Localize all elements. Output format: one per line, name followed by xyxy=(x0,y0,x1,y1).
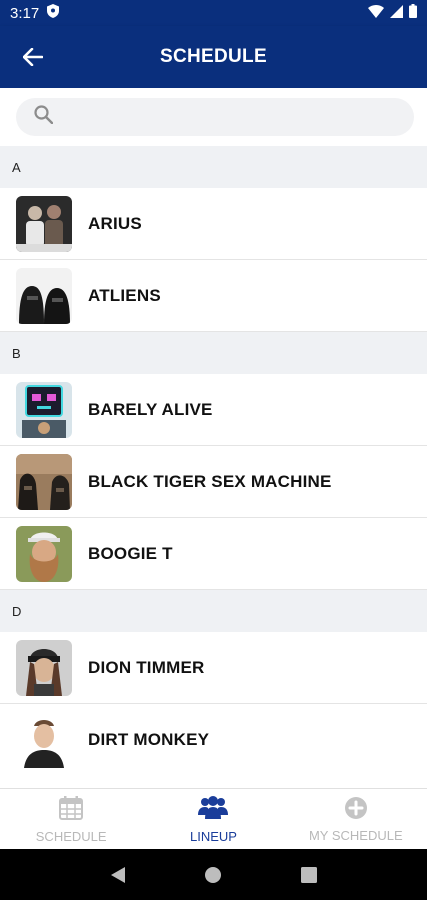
page-title: SCHEDULE xyxy=(160,46,267,67)
tab-lineup[interactable]: LINEUP xyxy=(142,789,284,849)
nav-back-icon[interactable] xyxy=(98,855,138,895)
artist-avatar xyxy=(16,525,72,582)
artist-row-dion-timmer[interactable]: DION TIMMER xyxy=(0,632,427,704)
section-header-d: D xyxy=(0,590,427,632)
artist-name: ARIUS xyxy=(88,213,142,233)
artist-name: DIRT MONKEY xyxy=(88,730,210,749)
status-time: 3:17 xyxy=(10,4,40,22)
artist-name: DION TIMMER xyxy=(88,657,205,677)
artist-name: ATLIENS xyxy=(88,285,161,305)
artist-name: BOOGIE T xyxy=(88,543,173,563)
tab-label: MY SCHEDULE xyxy=(308,827,403,843)
add-circle-icon xyxy=(344,796,368,825)
battery-icon xyxy=(409,4,417,22)
section-header-b: B xyxy=(0,332,427,374)
nav-home-icon[interactable] xyxy=(193,855,233,895)
nav-recents-icon[interactable] xyxy=(289,855,329,895)
app-header: SCHEDULE xyxy=(0,26,427,88)
section-header-a: A xyxy=(0,146,427,188)
tab-label: SCHEDULE xyxy=(35,828,107,844)
search-input[interactable] xyxy=(63,108,383,126)
artist-row-dirt-monkey[interactable]: DIRT MONKEY xyxy=(0,704,427,776)
artist-avatar xyxy=(16,453,72,510)
artist-avatar xyxy=(16,639,72,696)
search-icon xyxy=(34,105,54,129)
search-bar[interactable] xyxy=(16,98,414,136)
calendar-icon xyxy=(58,795,84,826)
artist-row-boogie-t[interactable]: BOOGIE T xyxy=(0,518,427,590)
artist-avatar xyxy=(16,195,72,252)
bottom-tab-bar: SCHEDULE LINEUP MY SCHEDULE xyxy=(0,788,427,849)
artist-name: BARELY ALIVE xyxy=(88,399,213,419)
artist-row-black-tiger-sex-machine[interactable]: BLACK TIGER SEX MACHINE xyxy=(0,446,427,518)
search-container xyxy=(0,88,427,146)
tab-my-schedule[interactable]: MY SCHEDULE xyxy=(285,789,427,849)
artist-avatar xyxy=(16,267,72,324)
people-icon xyxy=(198,795,229,826)
tab-schedule[interactable]: SCHEDULE xyxy=(0,789,142,849)
artist-name: BLACK TIGER SEX MACHINE xyxy=(88,471,332,491)
artist-row-barely-alive[interactable]: BARELY ALIVE xyxy=(0,374,427,446)
artist-row-arius[interactable]: ARIUS xyxy=(0,188,427,260)
artist-avatar xyxy=(16,381,72,438)
status-bar: 3:17 xyxy=(0,0,427,26)
back-arrow-icon[interactable] xyxy=(18,42,48,72)
system-nav-bar xyxy=(0,849,427,900)
tab-label: LINEUP xyxy=(190,828,237,844)
artist-list: A ARIUS ATLIENS B BARELY ALIVE BLACK TIG… xyxy=(0,146,427,788)
artist-avatar xyxy=(16,712,72,768)
wifi-icon xyxy=(368,4,384,22)
signal-icon xyxy=(390,4,403,22)
shield-icon xyxy=(47,4,60,22)
artist-row-atliens[interactable]: ATLIENS xyxy=(0,260,427,332)
